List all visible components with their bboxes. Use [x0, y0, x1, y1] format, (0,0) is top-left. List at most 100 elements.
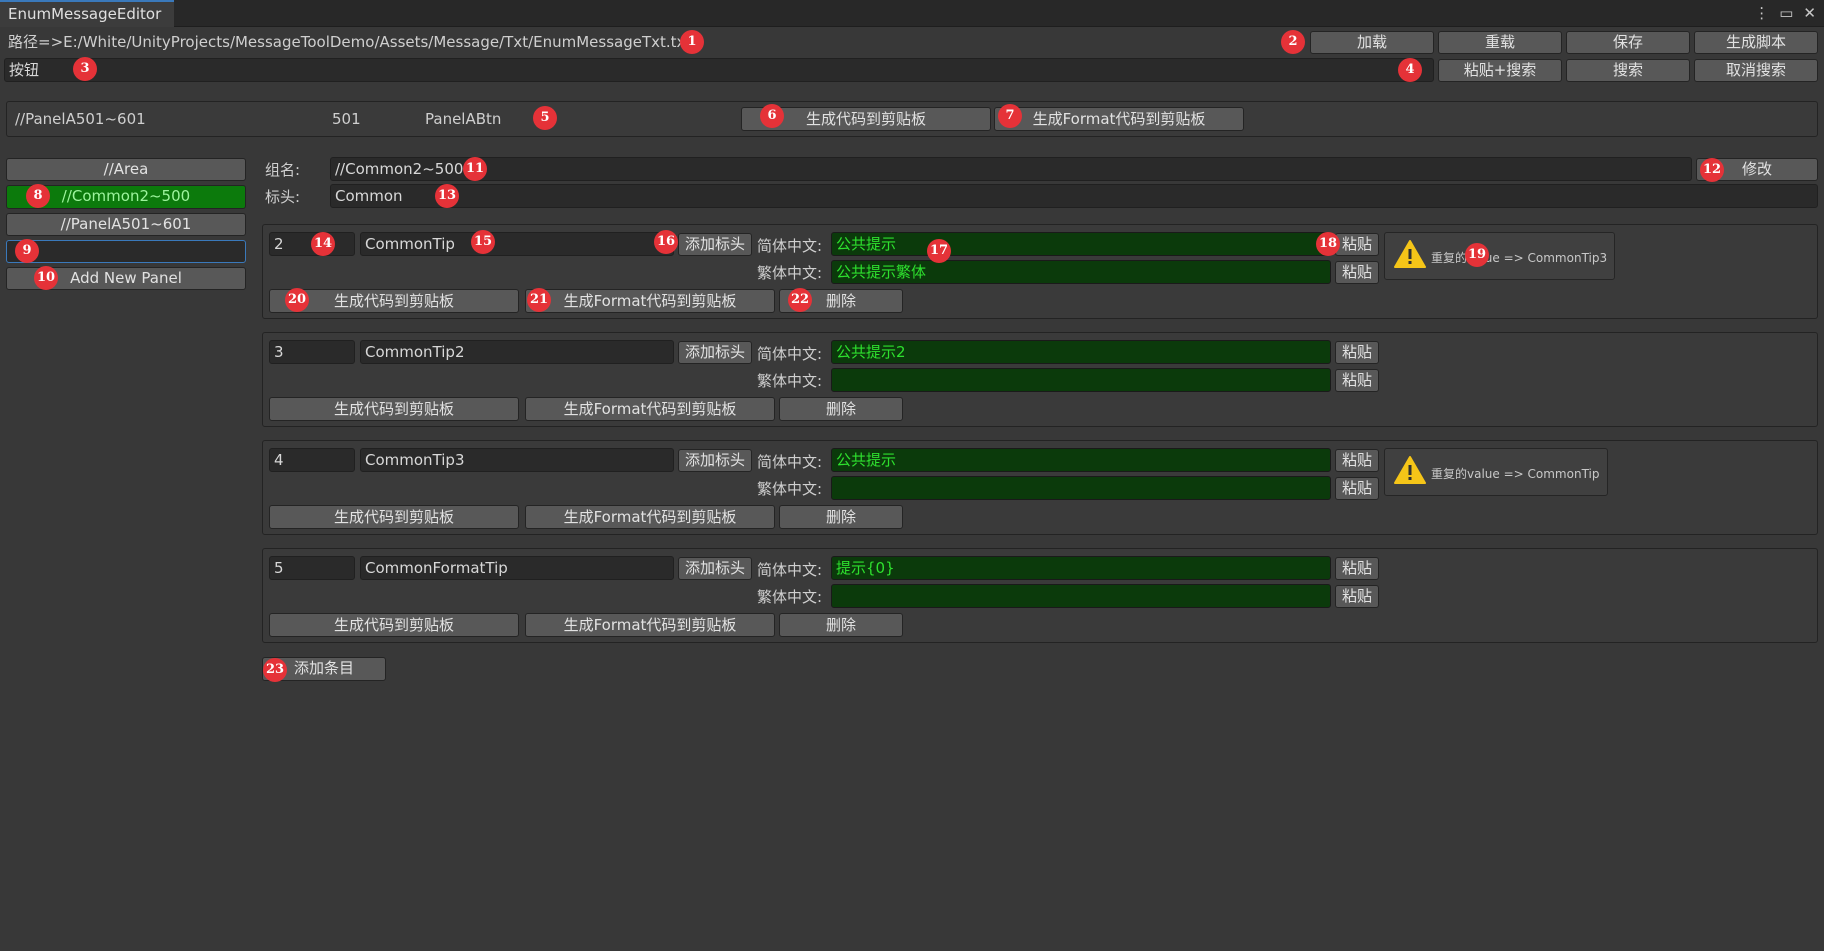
search-result-name: PanelABtn [425, 110, 502, 128]
delete-button[interactable]: 删除 [779, 397, 903, 421]
load-button[interactable]: 加载 [1310, 31, 1434, 54]
search-result-id: 501 [332, 110, 361, 128]
simplified-label: 简体中文: [757, 561, 823, 579]
entry-panel: 2 CommonTip 添加标头 简体中文: 公共提示 粘贴 繁体中文: 公共提… [262, 224, 1818, 319]
group-header-input[interactable]: Common [330, 184, 1818, 208]
search-input[interactable]: 按钮 [4, 58, 1434, 82]
cancel-search-button[interactable]: 取消搜索 [1694, 59, 1818, 82]
paste-simplified-button[interactable]: 粘贴 [1335, 557, 1379, 580]
annotation-badge: 5 [533, 106, 557, 130]
simplified-label: 简体中文: [757, 237, 823, 255]
annotation-badge: 16 [654, 230, 678, 254]
annotation-badge: 4 [1398, 58, 1422, 82]
entry-key-input[interactable]: CommonTip3 [360, 448, 674, 472]
traditional-label: 繁体中文: [757, 588, 823, 606]
gen-code-button[interactable]: 生成代码到剪贴板 [269, 505, 519, 529]
more-options-icon[interactable]: ⋮ [1754, 4, 1769, 22]
annotation-badge: 17 [927, 239, 951, 263]
annotation-badge: 23 [263, 658, 287, 682]
duplicate-warning: 重复的value => CommonTip [1384, 448, 1608, 496]
paste-traditional-button[interactable]: 粘贴 [1335, 477, 1379, 500]
close-icon[interactable]: ✕ [1803, 4, 1816, 22]
annotation-badge: 1 [680, 30, 704, 54]
window-tab-bar: EnumMessageEditor ⋮ ▭ ✕ [0, 0, 1824, 27]
delete-button[interactable]: 删除 [779, 613, 903, 637]
entry-panel: 3 CommonTip2 添加标头 简体中文: 公共提示2 粘贴 繁体中文: 粘… [262, 332, 1818, 427]
group-name-label: 组名: [265, 161, 301, 179]
annotation-badge: 18 [1316, 232, 1340, 256]
entry-id-input[interactable]: 3 [269, 340, 355, 364]
simplified-input[interactable]: 公共提示 [831, 448, 1331, 472]
path-label: 路径=>E:/White/UnityProjects/MessageToolDe… [8, 33, 692, 51]
reload-button[interactable]: 重载 [1438, 31, 1562, 54]
gen-format-button[interactable]: 生成Format代码到剪贴板 [525, 397, 775, 421]
warning-icon [1394, 456, 1426, 484]
new-panel-input[interactable] [6, 240, 246, 263]
group-header-label: 标头: [265, 188, 301, 206]
generate-script-button[interactable]: 生成脚本 [1694, 31, 1818, 54]
add-header-button[interactable]: 添加标头 [678, 341, 752, 364]
paste-simplified-button[interactable]: 粘贴 [1335, 449, 1379, 472]
search-result-panel: //PanelA501~601 501 PanelABtn 生成代码到剪贴板 生… [6, 101, 1818, 137]
annotation-badge: 2 [1281, 30, 1305, 54]
search-button[interactable]: 搜索 [1566, 59, 1690, 82]
annotation-badge: 22 [788, 288, 812, 312]
gen-code-button[interactable]: 生成代码到剪贴板 [269, 613, 519, 637]
entry-id-input[interactable]: 5 [269, 556, 355, 580]
traditional-input[interactable] [831, 476, 1331, 500]
simplified-input[interactable]: 提示{0} [831, 556, 1331, 580]
paste-simplified-button[interactable]: 粘贴 [1335, 341, 1379, 364]
delete-button[interactable]: 删除 [779, 505, 903, 529]
entry-key-input[interactable]: CommonTip [360, 232, 674, 256]
save-button[interactable]: 保存 [1566, 31, 1690, 54]
sidebar-item-panela[interactable]: //PanelA501~601 [6, 213, 246, 236]
duplicate-warning: 重复的value => CommonTip3 [1384, 232, 1615, 280]
annotation-badge: 3 [73, 57, 97, 81]
annotation-badge: 19 [1465, 243, 1489, 267]
traditional-input[interactable] [831, 584, 1331, 608]
gen-format-button[interactable]: 生成Format代码到剪贴板 [525, 505, 775, 529]
paste-traditional-button[interactable]: 粘贴 [1335, 369, 1379, 392]
traditional-label: 繁体中文: [757, 480, 823, 498]
annotation-badge: 14 [311, 232, 335, 256]
annotation-badge: 21 [527, 288, 551, 312]
annotation-badge: 11 [463, 157, 487, 181]
traditional-label: 繁体中文: [757, 372, 823, 390]
duplicate-warning-text: 重复的value => CommonTip [1431, 467, 1600, 481]
entry-key-input[interactable]: CommonFormatTip [360, 556, 674, 580]
annotation-badge: 6 [760, 104, 784, 128]
simplified-input[interactable]: 公共提示2 [831, 340, 1331, 364]
gen-format-button[interactable]: 生成Format代码到剪贴板 [525, 289, 775, 313]
paste-simplified-button[interactable]: 粘贴 [1335, 233, 1379, 256]
add-header-button[interactable]: 添加标头 [678, 557, 752, 580]
sidebar-item-area[interactable]: //Area [6, 158, 246, 181]
maximize-icon[interactable]: ▭ [1779, 4, 1793, 22]
traditional-input[interactable] [831, 368, 1331, 392]
gen-format-button[interactable]: 生成Format代码到剪贴板 [525, 613, 775, 637]
simplified-label: 简体中文: [757, 345, 823, 363]
entry-panel: 4 CommonTip3 添加标头 简体中文: 公共提示 粘贴 繁体中文: 粘贴… [262, 440, 1818, 535]
paste-traditional-button[interactable]: 粘贴 [1335, 585, 1379, 608]
entry-id-input[interactable]: 4 [269, 448, 355, 472]
entry-key-input[interactable]: CommonTip2 [360, 340, 674, 364]
gen-code-button[interactable]: 生成代码到剪贴板 [269, 397, 519, 421]
annotation-badge: 20 [285, 288, 309, 312]
annotation-badge: 9 [15, 239, 39, 263]
window-controls: ⋮ ▭ ✕ [1754, 2, 1816, 24]
entry-panel: 5 CommonFormatTip 添加标头 简体中文: 提示{0} 粘贴 繁体… [262, 548, 1818, 643]
window-tab[interactable]: EnumMessageEditor [0, 0, 174, 27]
annotation-badge: 12 [1700, 158, 1724, 182]
add-header-button[interactable]: 添加标头 [678, 233, 752, 256]
annotation-badge: 10 [34, 266, 58, 290]
traditional-label: 繁体中文: [757, 264, 823, 282]
paste-search-button[interactable]: 粘贴+搜索 [1438, 59, 1562, 82]
paste-traditional-button[interactable]: 粘贴 [1335, 261, 1379, 284]
annotation-badge: 8 [26, 184, 50, 208]
group-name-input[interactable]: //Common2~500 [330, 157, 1692, 181]
simplified-label: 简体中文: [757, 453, 823, 471]
traditional-input[interactable]: 公共提示繁体 [831, 260, 1331, 284]
simplified-input[interactable]: 公共提示 [831, 232, 1331, 256]
add-header-button[interactable]: 添加标头 [678, 449, 752, 472]
annotation-badge: 7 [998, 104, 1022, 128]
search-result-gen-format-button[interactable]: 生成Format代码到剪贴板 [994, 107, 1244, 131]
